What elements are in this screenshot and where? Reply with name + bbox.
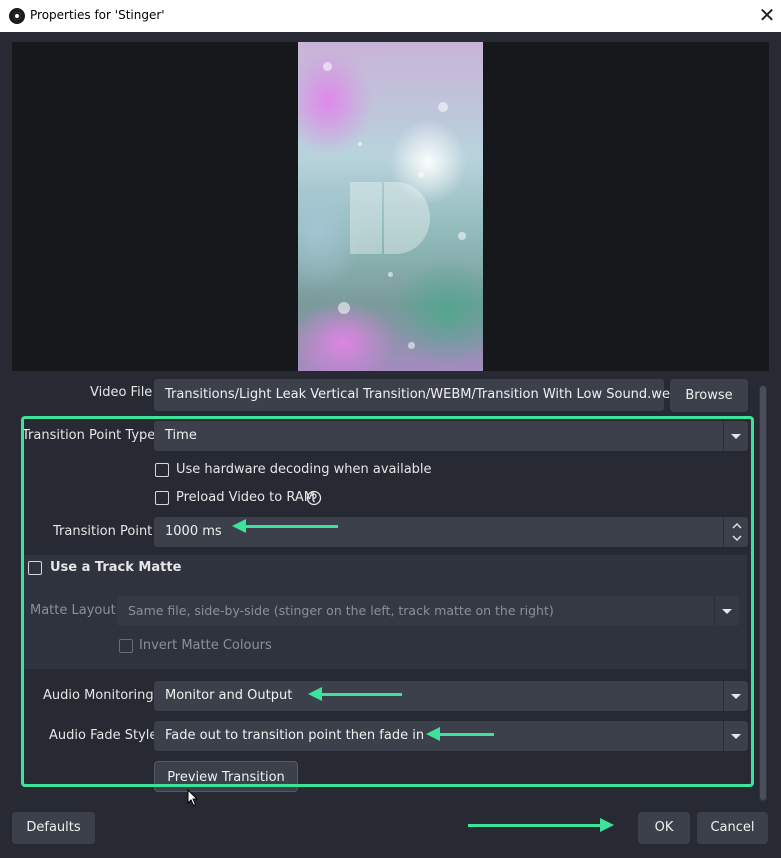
invert-matte-label: Invert Matte Colours (139, 638, 272, 653)
preload-ram-label: Preload Video to RAM (176, 490, 315, 505)
window-title: Properties for 'Stinger' (30, 8, 165, 22)
scrollbar-thumb[interactable] (760, 386, 766, 800)
matte-layout-value: Same file, side-by-side (stinger on the … (128, 603, 554, 618)
transition-point-type-select[interactable]: Time (154, 421, 748, 451)
video-file-label: Video File (90, 385, 153, 400)
video-file-path: Transitions/Light Leak Vertical Transiti… (165, 387, 691, 402)
audio-monitoring-select[interactable]: Monitor and Output (154, 681, 748, 711)
annotation-arrow (232, 519, 338, 533)
mouse-cursor-icon (187, 789, 199, 807)
hw-decoding-label: Use hardware decoding when available (176, 462, 432, 477)
audio-monitoring-value: Monitor and Output (165, 688, 293, 703)
cancel-button[interactable]: Cancel (697, 812, 768, 844)
invert-matte-checkbox[interactable] (119, 639, 133, 653)
transition-point-type-label: Transition Point Type (22, 428, 156, 443)
audio-fade-style-value: Fade out to transition point then fade i… (165, 728, 425, 743)
annotation-arrow (426, 727, 494, 741)
title-bar: Properties for 'Stinger' ✕ (0, 0, 781, 32)
ok-button[interactable]: OK (638, 812, 690, 844)
transition-point-value: 1000 ms (165, 524, 222, 539)
video-preview (298, 42, 483, 371)
track-matte-checkbox[interactable] (28, 561, 42, 575)
spin-arrows-icon[interactable] (730, 519, 744, 545)
chevron-down-icon (714, 596, 739, 626)
preload-ram-checkbox[interactable] (155, 491, 169, 505)
annotation-arrow (308, 687, 402, 701)
hw-decoding-checkbox[interactable] (155, 463, 169, 477)
track-matte-label: Use a Track Matte (50, 560, 182, 575)
audio-fade-style-label: Audio Fade Style (49, 728, 158, 743)
chevron-down-icon (723, 721, 748, 751)
annotation-arrow (468, 818, 614, 832)
chevron-down-icon (723, 421, 748, 451)
help-circle-icon[interactable] (306, 490, 322, 506)
watermark-logo (350, 182, 430, 254)
audio-monitoring-label: Audio Monitoring (43, 688, 154, 703)
preview-transition-button[interactable]: Preview Transition (154, 761, 298, 792)
chevron-down-icon (723, 681, 748, 711)
matte-layout-select[interactable]: Same file, side-by-side (stinger on the … (117, 596, 739, 626)
video-file-input[interactable]: Transitions/Light Leak Vertical Transiti… (154, 379, 691, 411)
matte-layout-label: Matte Layout (30, 603, 116, 618)
close-icon[interactable]: ✕ (755, 3, 779, 27)
audio-fade-style-select[interactable]: Fade out to transition point then fade i… (154, 721, 748, 751)
transition-point-label: Transition Point (53, 524, 153, 539)
transition-point-type-value: Time (165, 428, 197, 443)
defaults-button[interactable]: Defaults (12, 812, 95, 844)
spin-divider (723, 517, 724, 547)
obs-icon (9, 8, 25, 24)
browse-button[interactable]: Browse (670, 379, 748, 412)
